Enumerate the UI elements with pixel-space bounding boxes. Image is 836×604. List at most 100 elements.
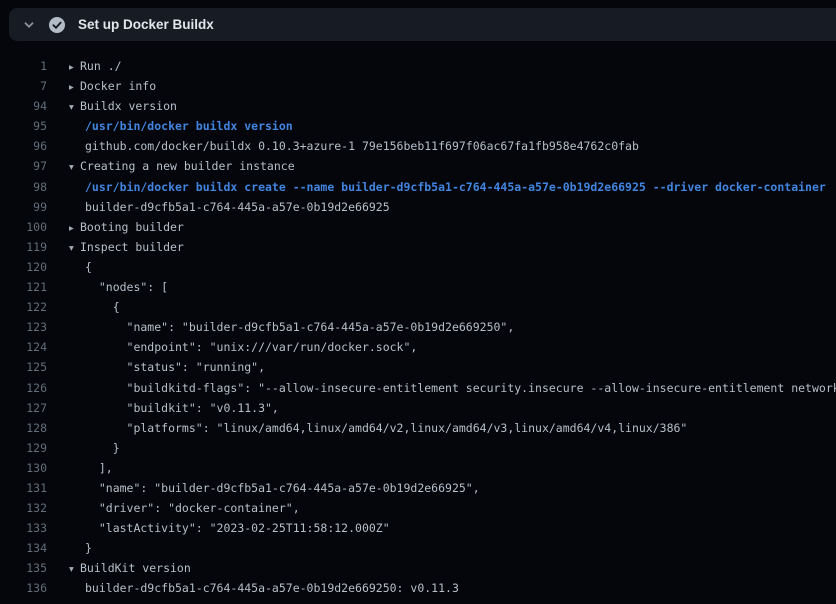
line-text: "buildkit": "v0.11.3", (85, 398, 279, 418)
triangle-expanded-icon[interactable]: ▾ (69, 560, 80, 580)
line-number[interactable]: 128 (0, 418, 47, 438)
line-text: ], (85, 458, 113, 478)
line-number[interactable]: 94 (0, 96, 47, 116)
line-text: "endpoint": "unix:///var/run/docker.sock… (85, 337, 417, 357)
line-text: builder-d9cfb5a1-c764-445a-a57e-0b19d2e6… (85, 578, 459, 598)
log-line: 96 github.com/docker/buildx 0.10.3+azure… (0, 136, 836, 156)
line-text: { (85, 297, 120, 317)
line-number[interactable]: 120 (0, 257, 47, 277)
group-title[interactable]: Booting builder (80, 220, 184, 234)
log-line: 99 builder-d9cfb5a1-c764-445a-a57e-0b19d… (0, 197, 836, 217)
log-line: 7 ▸Docker info (0, 76, 836, 96)
line-number[interactable]: 131 (0, 478, 47, 498)
line-number[interactable]: 7 (0, 76, 47, 96)
line-number[interactable]: 97 (0, 156, 47, 176)
check-circle-icon (48, 16, 66, 34)
log-line: 100 ▸Booting builder (0, 217, 836, 237)
line-text: "nodes": [ (85, 277, 168, 297)
line-number[interactable]: 95 (0, 116, 47, 136)
line-text: } (85, 438, 120, 458)
line-text: "buildkitd-flags": "--allow-insecure-ent… (85, 378, 836, 398)
group-title[interactable]: Buildx version (80, 99, 177, 113)
log-line: 98 /usr/bin/docker buildx create --name … (0, 177, 836, 197)
line-text: "name": "builder-d9cfb5a1-c764-445a-a57e… (85, 478, 480, 498)
line-text: "platforms": "linux/amd64,linux/amd64/v2… (85, 418, 687, 438)
triangle-collapsed-icon[interactable]: ▸ (69, 219, 80, 239)
log-line: 120 { (0, 257, 836, 277)
log-line: 128 "platforms": "linux/amd64,linux/amd6… (0, 418, 836, 438)
log-line: 122 { (0, 297, 836, 317)
line-text: /usr/bin/docker buildx create --name bui… (85, 177, 826, 197)
log-viewer: 1 ▸Run ./ 7 ▸Docker info 94 ▾Buildx vers… (0, 56, 836, 599)
log-line: 130 ], (0, 458, 836, 478)
group-title[interactable]: BuildKit version (80, 561, 191, 575)
line-number[interactable]: 96 (0, 136, 47, 156)
line-text: "name": "builder-d9cfb5a1-c764-445a-a57e… (85, 317, 514, 337)
line-number[interactable]: 134 (0, 538, 47, 558)
log-line: 131 "name": "builder-d9cfb5a1-c764-445a-… (0, 478, 836, 498)
chevron-down-icon[interactable] (21, 17, 37, 33)
log-line: 125 "status": "running", (0, 357, 836, 377)
line-number[interactable]: 136 (0, 578, 47, 598)
group-title[interactable]: Creating a new builder instance (80, 159, 295, 173)
line-text: } (85, 538, 92, 558)
log-line: 135 ▾BuildKit version (0, 558, 836, 578)
log-line: 129 } (0, 438, 836, 458)
log-line: 126 "buildkitd-flags": "--allow-insecure… (0, 378, 836, 398)
line-text: "driver": "docker-container", (85, 498, 300, 518)
line-number[interactable]: 132 (0, 498, 47, 518)
triangle-expanded-icon[interactable]: ▾ (69, 158, 80, 178)
line-number[interactable]: 125 (0, 357, 47, 377)
step-title: Set up Docker Buildx (78, 17, 214, 32)
step-header[interactable]: Set up Docker Buildx (9, 8, 836, 41)
log-line: 136 builder-d9cfb5a1-c764-445a-a57e-0b19… (0, 578, 836, 598)
log-line: 95 /usr/bin/docker buildx version (0, 116, 836, 136)
line-number[interactable]: 129 (0, 438, 47, 458)
line-text: /usr/bin/docker buildx version (85, 116, 293, 136)
line-number[interactable]: 127 (0, 398, 47, 418)
line-number[interactable]: 121 (0, 277, 47, 297)
line-text[interactable]: ▸Booting builder (69, 217, 184, 237)
group-title[interactable]: Run ./ (80, 59, 122, 73)
log-line: 132 "driver": "docker-container", (0, 498, 836, 518)
line-number[interactable]: 133 (0, 518, 47, 538)
line-number[interactable]: 130 (0, 458, 47, 478)
triangle-expanded-icon[interactable]: ▾ (69, 239, 80, 259)
triangle-collapsed-icon[interactable]: ▸ (69, 78, 80, 98)
line-text[interactable]: ▾Creating a new builder instance (69, 156, 295, 176)
line-text[interactable]: ▾Inspect builder (69, 237, 184, 257)
group-title[interactable]: Inspect builder (80, 240, 184, 254)
line-text[interactable]: ▸Docker info (69, 76, 156, 96)
line-number[interactable]: 119 (0, 237, 47, 257)
log-line: 127 "buildkit": "v0.11.3", (0, 398, 836, 418)
group-title[interactable]: Docker info (80, 79, 156, 93)
line-number[interactable]: 126 (0, 378, 47, 398)
triangle-collapsed-icon[interactable]: ▸ (69, 58, 80, 78)
line-number[interactable]: 1 (0, 56, 47, 76)
line-number[interactable]: 124 (0, 337, 47, 357)
line-text: { (85, 257, 92, 277)
line-number[interactable]: 100 (0, 217, 47, 237)
line-text[interactable]: ▸Run ./ (69, 56, 122, 76)
line-number[interactable]: 98 (0, 177, 47, 197)
log-line: 94 ▾Buildx version (0, 96, 836, 116)
line-number[interactable]: 122 (0, 297, 47, 317)
line-number[interactable]: 135 (0, 558, 47, 578)
line-text[interactable]: ▾BuildKit version (69, 558, 191, 578)
line-number[interactable]: 123 (0, 317, 47, 337)
log-line: 97 ▾Creating a new builder instance (0, 156, 836, 176)
log-line: 121 "nodes": [ (0, 277, 836, 297)
log-line: 133 "lastActivity": "2023-02-25T11:58:12… (0, 518, 836, 538)
line-number[interactable]: 99 (0, 197, 47, 217)
log-line: 1 ▸Run ./ (0, 56, 836, 76)
log-line: 134 } (0, 538, 836, 558)
log-line: 124 "endpoint": "unix:///var/run/docker.… (0, 337, 836, 357)
log-line: 123 "name": "builder-d9cfb5a1-c764-445a-… (0, 317, 836, 337)
line-text: github.com/docker/buildx 0.10.3+azure-1 … (85, 136, 639, 156)
triangle-expanded-icon[interactable]: ▾ (69, 98, 80, 118)
log-line: 119 ▾Inspect builder (0, 237, 836, 257)
line-text: "lastActivity": "2023-02-25T11:58:12.000… (85, 518, 390, 538)
line-text: builder-d9cfb5a1-c764-445a-a57e-0b19d2e6… (85, 197, 390, 217)
line-text: "status": "running", (85, 357, 265, 377)
line-text[interactable]: ▾Buildx version (69, 96, 177, 116)
